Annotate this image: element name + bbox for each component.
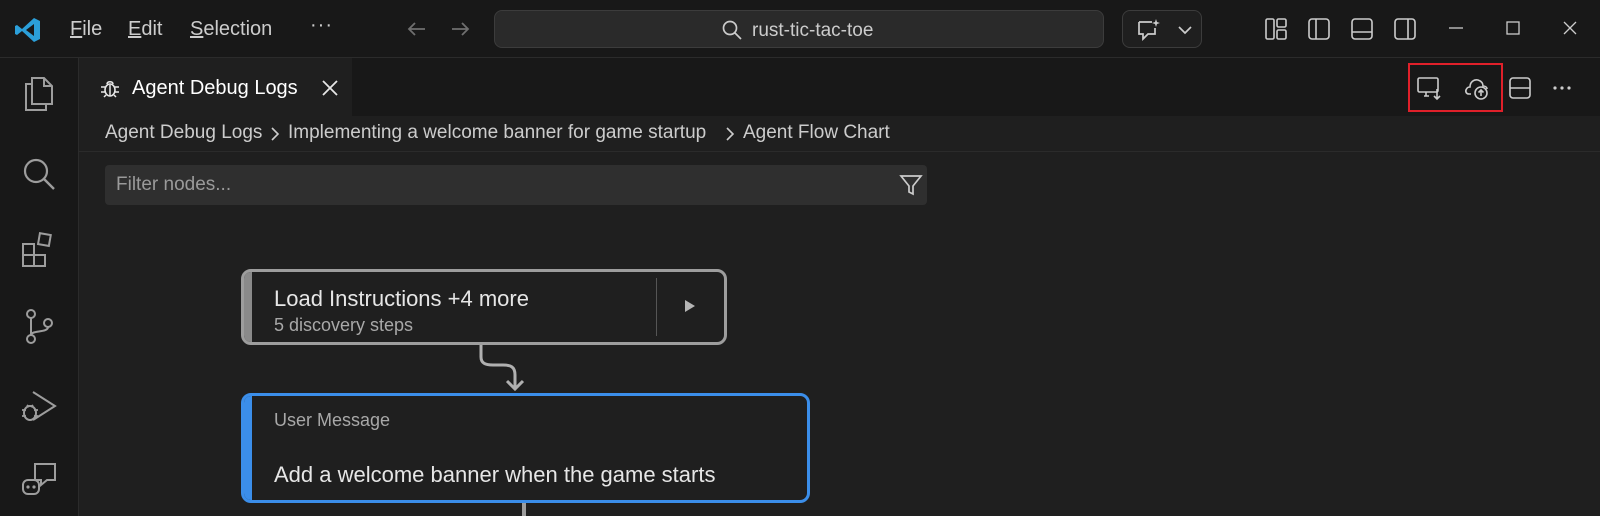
menu-file[interactable]: File bbox=[70, 18, 102, 41]
node-subtitle: 5 discovery steps bbox=[274, 315, 414, 335]
vscode-logo-icon bbox=[15, 18, 40, 42]
title-bar: File Edit Selection ··· rust-tic-tac-toe bbox=[0, 0, 1600, 58]
bug-icon bbox=[101, 80, 119, 98]
highlight-box bbox=[1408, 63, 1503, 112]
activity-bar bbox=[0, 58, 79, 516]
source-control-icon[interactable] bbox=[19, 306, 59, 346]
chat-icon[interactable] bbox=[19, 458, 59, 498]
split-editor-down-icon[interactable] bbox=[1507, 75, 1533, 101]
flow-node-user-message[interactable]: User Message Add a welcome banner when t… bbox=[241, 393, 810, 503]
toggle-panel-icon[interactable] bbox=[1350, 17, 1374, 41]
copilot-chat-button[interactable] bbox=[1122, 10, 1202, 48]
chevron-down-icon bbox=[1178, 26, 1192, 35]
filter-nodes-input[interactable] bbox=[105, 165, 885, 205]
maximize-icon[interactable] bbox=[1501, 16, 1525, 40]
breadcrumb: Agent Debug Logs Implementing a welcome … bbox=[79, 116, 1600, 152]
filter-box bbox=[105, 165, 927, 205]
search-icon[interactable] bbox=[19, 154, 59, 194]
filter-icon[interactable] bbox=[899, 173, 923, 197]
search-icon bbox=[722, 20, 742, 40]
node-divider bbox=[656, 278, 657, 336]
workspace-name: rust-tic-tac-toe bbox=[752, 20, 874, 41]
forward-arrow-icon[interactable] bbox=[448, 17, 472, 41]
node-type-label: User Message bbox=[274, 410, 391, 430]
breadcrumb-item-flow-chart[interactable]: Agent Flow Chart bbox=[743, 122, 890, 144]
menu-selection[interactable]: Selection bbox=[190, 18, 272, 41]
tab-agent-debug-logs[interactable]: Agent Debug Logs bbox=[79, 58, 352, 116]
run-and-debug-icon[interactable] bbox=[19, 386, 59, 426]
toggle-secondary-sidebar-icon[interactable] bbox=[1393, 17, 1417, 41]
customize-layout-icon[interactable] bbox=[1264, 17, 1288, 41]
explorer-icon[interactable] bbox=[19, 74, 59, 114]
more-actions-icon[interactable] bbox=[1549, 75, 1575, 101]
breadcrumb-item-session[interactable]: Implementing a welcome banner for game s… bbox=[288, 122, 706, 144]
node-accent-bar bbox=[244, 396, 252, 500]
toggle-primary-sidebar-icon[interactable] bbox=[1307, 17, 1331, 41]
menu-edit[interactable]: Edit bbox=[128, 18, 162, 41]
chevron-right-icon bbox=[726, 127, 735, 141]
back-arrow-icon[interactable] bbox=[405, 17, 429, 41]
breadcrumb-item-agent-debug-logs[interactable]: Agent Debug Logs bbox=[105, 122, 262, 144]
editor-tab-bar: Agent Debug Logs bbox=[79, 58, 1600, 116]
close-icon[interactable] bbox=[320, 78, 340, 98]
extensions-icon[interactable] bbox=[19, 230, 59, 270]
flow-node-load-instructions[interactable]: Load Instructions +4 more 5 discovery st… bbox=[241, 269, 727, 345]
close-window-icon[interactable] bbox=[1558, 16, 1582, 40]
chevron-right-icon bbox=[271, 127, 280, 141]
node-accent-bar bbox=[244, 272, 252, 342]
chat-sparkle-icon bbox=[1138, 19, 1160, 42]
minimize-icon[interactable] bbox=[1444, 16, 1468, 40]
node-title: Load Instructions +4 more bbox=[274, 286, 529, 311]
more-menu-button[interactable]: ··· bbox=[310, 14, 333, 37]
node-message: Add a welcome banner when the game start… bbox=[274, 462, 716, 487]
tab-label: Agent Debug Logs bbox=[132, 77, 298, 99]
flow-chart-view: Load Instructions +4 more 5 discovery st… bbox=[79, 152, 1600, 516]
expand-play-icon[interactable] bbox=[680, 294, 700, 318]
command-center-search[interactable]: rust-tic-tac-toe bbox=[494, 10, 1104, 48]
flow-connector-line bbox=[522, 503, 526, 516]
flow-connector-arrow bbox=[479, 345, 525, 392]
